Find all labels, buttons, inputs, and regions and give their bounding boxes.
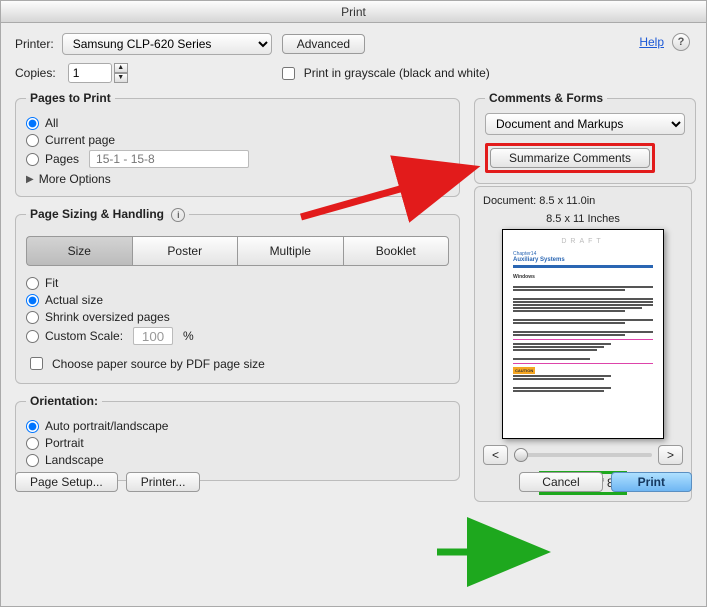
label-auto-orient: Auto portrait/landscape [45, 419, 168, 433]
sizing-legend: Page Sizing & Handling [30, 207, 164, 221]
more-options-label: More Options [39, 172, 111, 186]
page-range-input[interactable] [89, 150, 249, 168]
grayscale-checkbox-row[interactable]: Print in grayscale (black and white) [278, 64, 490, 83]
help-link[interactable]: Help [639, 35, 664, 49]
preview-prev-button[interactable]: < [483, 445, 508, 465]
custom-scale-input[interactable] [133, 327, 173, 345]
printer-dialog-button[interactable]: Printer... [126, 472, 201, 492]
preview-panel: Document: 8.5 x 11.0in 8.5 x 11 Inches D… [474, 186, 692, 502]
radio-fit[interactable] [26, 277, 39, 290]
annotation-highlight-red: Summarize Comments [485, 143, 655, 173]
copies-label: Copies: [15, 66, 56, 80]
radio-portrait[interactable] [26, 437, 39, 450]
comments-forms-panel: Comments & Forms Document and Markups Su… [474, 91, 696, 184]
radio-shrink[interactable] [26, 311, 39, 324]
info-icon[interactable]: i [171, 208, 185, 222]
comments-forms-select[interactable]: Document and Markups [485, 113, 685, 135]
document-inches-label: 8.5 x 11 Inches [483, 213, 683, 225]
radio-current[interactable] [26, 134, 39, 147]
printer-select[interactable]: Samsung CLP-620 Series [62, 33, 272, 55]
thumb-caution: CAUTION [513, 367, 535, 374]
disclosure-triangle-icon: ▶ [26, 174, 34, 185]
label-shrink: Shrink oversized pages [45, 310, 170, 324]
label-current: Current page [45, 133, 115, 147]
pages-to-print-panel: Pages to Print All Current page Pages [15, 91, 460, 197]
radio-auto-orient[interactable] [26, 420, 39, 433]
help-area: Help ? [639, 33, 690, 51]
thumb-heading: Auxiliary Systems [513, 257, 653, 263]
label-portrait: Portrait [45, 436, 84, 450]
grayscale-label: Print in grayscale (black and white) [304, 66, 490, 80]
cancel-button[interactable]: Cancel [519, 472, 602, 492]
sizing-tabs: Size Poster Multiple Booklet [26, 236, 449, 266]
help-icon[interactable]: ? [672, 33, 690, 51]
document-size-label: Document: 8.5 x 11.0in [483, 195, 683, 207]
choose-source-row[interactable]: Choose paper source by PDF page size [26, 354, 449, 373]
slider-thumb-icon[interactable] [514, 448, 528, 462]
comments-forms-legend: Comments & Forms [485, 91, 607, 105]
label-all: All [45, 116, 58, 130]
print-dialog: Print Help ? Printer: Samsung CLP-620 Se… [0, 0, 707, 607]
preview-next-button[interactable]: > [658, 445, 683, 465]
copies-input[interactable] [68, 63, 112, 83]
choose-source-checkbox[interactable] [30, 357, 43, 370]
advanced-button[interactable]: Advanced [282, 34, 365, 54]
label-landscape: Landscape [45, 453, 104, 467]
choose-source-label: Choose paper source by PDF page size [52, 357, 265, 371]
page-setup-button[interactable]: Page Setup... [15, 472, 118, 492]
tab-size[interactable]: Size [26, 236, 132, 266]
watermark-draft: DRAFT [513, 238, 653, 245]
pages-legend: Pages to Print [26, 91, 115, 105]
window-title: Print [1, 1, 706, 23]
tab-poster[interactable]: Poster [132, 236, 238, 266]
radio-custom[interactable] [26, 330, 39, 343]
page-preview-thumbnail: DRAFT Chapter14 Auxiliary Systems Window… [502, 229, 664, 439]
more-options-toggle[interactable]: ▶ More Options [26, 172, 449, 186]
radio-landscape[interactable] [26, 454, 39, 467]
label-pages: Pages [45, 152, 79, 166]
radio-actual[interactable] [26, 294, 39, 307]
tab-booklet[interactable]: Booklet [343, 236, 450, 266]
label-custom: Custom Scale: [45, 329, 123, 343]
label-fit: Fit [45, 276, 58, 290]
page-sizing-panel: Page Sizing & Handling i Size Poster Mul… [15, 207, 460, 384]
orientation-legend: Orientation: [26, 394, 102, 408]
tab-multiple[interactable]: Multiple [237, 236, 343, 266]
summarize-comments-button[interactable]: Summarize Comments [490, 148, 650, 168]
radio-pages[interactable] [26, 153, 39, 166]
orientation-panel: Orientation: Auto portrait/landscape Por… [15, 394, 460, 481]
stepper-up-icon[interactable]: ▲ [114, 63, 128, 73]
radio-all[interactable] [26, 117, 39, 130]
stepper-down-icon[interactable]: ▼ [114, 73, 128, 83]
printer-label: Printer: [15, 37, 54, 51]
print-button[interactable]: Print [611, 472, 692, 492]
grayscale-checkbox[interactable] [282, 67, 295, 80]
preview-page-slider[interactable] [514, 453, 652, 457]
label-actual: Actual size [45, 293, 103, 307]
copies-stepper[interactable]: ▲ ▼ [114, 63, 128, 83]
percent-label: % [183, 329, 194, 343]
